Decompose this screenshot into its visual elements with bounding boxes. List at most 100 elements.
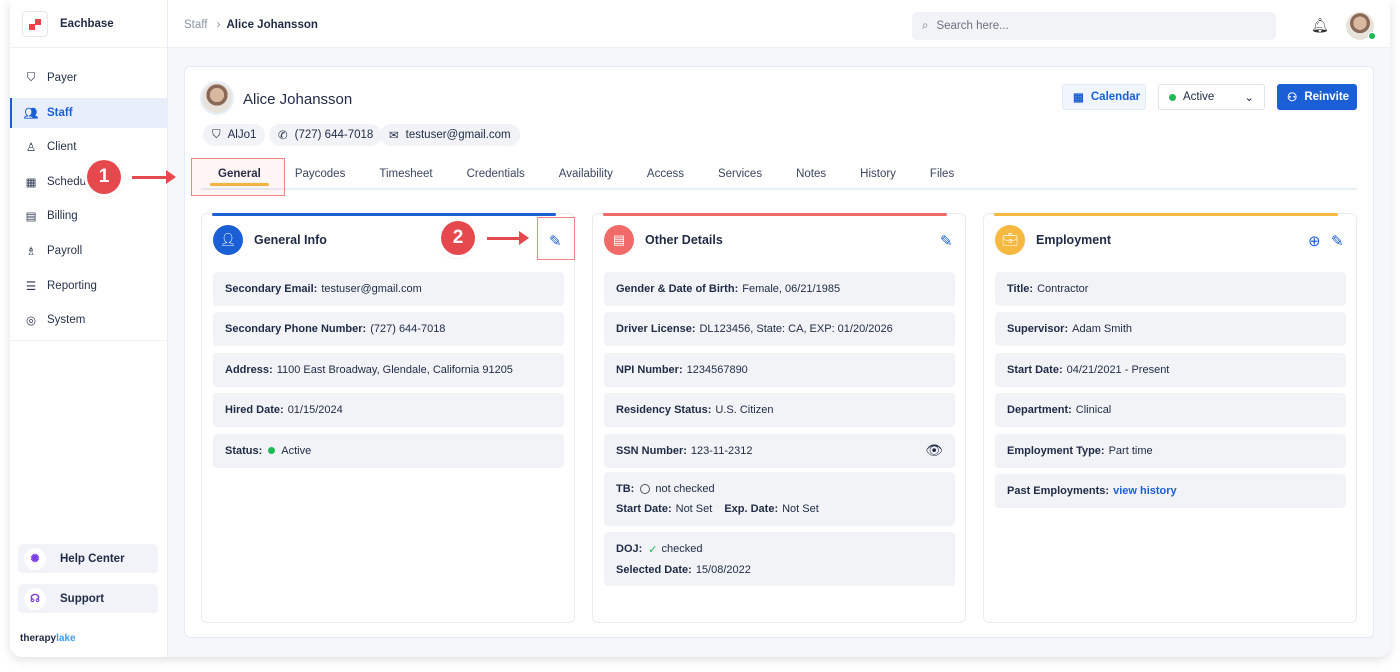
employment-panel: 💼︎ Employment ⊕ ✎ Title: Contractor Superv… xyxy=(983,213,1357,623)
tab-files[interactable]: Files xyxy=(913,158,971,188)
headset-icon: ☊ xyxy=(24,587,46,610)
tb-row: TB: not checked Start Date: Not Set Exp. Da… xyxy=(604,472,955,526)
lightbulb-icon: ✺ xyxy=(24,547,46,570)
panel-title: Employment xyxy=(1036,233,1112,247)
info-row: Start Date: 04/21/2021 - Present xyxy=(995,352,1346,387)
panel-title: General Info xyxy=(254,233,327,247)
help-label: Help Center xyxy=(60,552,125,565)
info-row: Employment Type: Part time xyxy=(995,433,1346,468)
row-value: U.S. Citizen xyxy=(715,404,774,417)
info-row: Hired Date: 01/15/2024 xyxy=(213,393,564,428)
edit-icon[interactable]: ✎ xyxy=(1331,232,1344,250)
row-value: 123-11-2312 xyxy=(690,444,753,457)
panel-title: Other Details xyxy=(645,233,723,247)
search-input[interactable]: ⌕ Search here... xyxy=(912,12,1276,40)
info-row: Status: Active xyxy=(213,433,564,468)
sidebar-item-client[interactable]: ♙ Client xyxy=(10,132,167,162)
briefcase-icon: 💼︎ xyxy=(995,225,1025,255)
search-icon: ⌕ xyxy=(922,19,929,32)
top-header: Staff › Alice Johansson ⌕ Search here... 🔔… xyxy=(168,0,1390,48)
row-label: Secondary Phone Number: xyxy=(225,323,367,336)
brand-logo: therapylake xyxy=(20,633,76,644)
tab-timesheet[interactable]: Timesheet xyxy=(362,158,449,188)
add-icon[interactable]: ⊕ xyxy=(1308,232,1321,250)
sidebar-item-label: Payroll xyxy=(47,244,83,257)
help-center-button[interactable]: ✺ Help Center xyxy=(18,544,158,573)
sidebar-item-system[interactable]: ◎ System xyxy=(10,305,167,335)
calendar-button[interactable]: ▦ Calendar xyxy=(1062,84,1146,110)
bell-icon[interactable]: 🔔︎ xyxy=(1311,17,1329,34)
row-value: 04/21/2021 - Present xyxy=(1066,363,1170,376)
sidebar-item-staff[interactable]: 👥︎ Staff xyxy=(10,97,167,128)
row-label: Employment Type: xyxy=(1007,444,1105,457)
row-label: Status: xyxy=(225,444,263,457)
row-value: testuser@gmail.com xyxy=(321,283,422,295)
support-button[interactable]: ☊ Support xyxy=(18,584,158,613)
row-value: Adam Smith xyxy=(1072,323,1133,336)
user-plus-icon: ⚇ xyxy=(1287,92,1298,104)
info-row: Driver License: DL123456, State: CA, EXP:… xyxy=(604,312,955,347)
phone-chip[interactable]: ✆ (727) 644-7018 xyxy=(269,124,383,146)
staff-profile-card: Alice Johansson ⛉ AlJo1 ✆ (727) 644-7018 ✉… xyxy=(184,66,1374,638)
check-circle-icon: ✓ xyxy=(648,543,658,556)
logo-icon xyxy=(22,10,48,37)
sidebar-item-label: Billing xyxy=(47,210,78,223)
row-label: Hired Date: xyxy=(225,404,284,417)
annotation-arrow-2 xyxy=(487,231,529,245)
unchecked-circle-icon xyxy=(640,484,651,494)
app-window: Eachbase ⛉ Payer 👥︎ Staff ♙ Client ▦ Schedule ▤ B… xyxy=(10,0,1390,657)
status-select[interactable]: Active ⌄ xyxy=(1158,84,1265,110)
annotation-box-general-tab xyxy=(191,158,285,196)
search-placeholder: Search here... xyxy=(936,20,1009,32)
row-value: Contractor xyxy=(1037,283,1089,295)
users-icon: 👥︎ xyxy=(23,107,39,120)
general-info-panel: 👤︎ General Info ✎ Secondary Email: testus… xyxy=(201,213,575,623)
status-dot xyxy=(1169,93,1176,101)
row-value: (727) 644-7018 xyxy=(370,323,446,336)
doj-row: DOJ: ✓ checked Selected Date: 15/08/2022 xyxy=(604,532,955,586)
sidebar-item-payroll[interactable]: ♗ Payroll xyxy=(10,236,167,266)
annotation-box-edit xyxy=(537,217,575,260)
info-row: Department: Clinical xyxy=(995,393,1346,428)
breadcrumb: Staff › Alice Johansson xyxy=(184,19,318,31)
eye-icon[interactable]: 👁︎ xyxy=(925,442,943,459)
tab-history[interactable]: History xyxy=(843,158,913,188)
sidebar-item-reporting[interactable]: ☰ Reporting xyxy=(10,271,167,301)
edit-icon[interactable]: ✎ xyxy=(940,232,953,250)
user-icon: 👤︎ xyxy=(213,225,243,255)
breadcrumb-staff[interactable]: Staff xyxy=(184,19,207,31)
sidebar-item-payer[interactable]: ⛉ Payer xyxy=(10,63,167,93)
calendar-icon: ▦ xyxy=(25,176,37,189)
chevron-down-icon: ⌄ xyxy=(1244,92,1254,104)
shield-icon: ⛉ xyxy=(26,71,36,84)
tab-notes[interactable]: Notes xyxy=(779,158,843,188)
staff-id-chip: ⛉ AlJo1 xyxy=(203,124,266,146)
tab-paycodes[interactable]: Paycodes xyxy=(278,158,363,188)
sidebar-item-billing[interactable]: ▤ Billing xyxy=(10,201,167,231)
tab-availability[interactable]: Availability xyxy=(542,158,630,188)
calendar-icon: ▦ xyxy=(1073,92,1084,104)
email-chip[interactable]: ✉ testuser@gmail.com xyxy=(380,124,520,146)
annotation-arrow-1 xyxy=(132,170,176,184)
row-value: 1100 East Broadway, Glendale, California… xyxy=(276,363,513,376)
info-row: SSN Number: 123-11-2312 👁︎ xyxy=(604,433,955,468)
row-value: Female, 06/21/1985 xyxy=(742,283,841,295)
shield-icon: ⛉ xyxy=(212,128,221,141)
tab-services[interactable]: Services xyxy=(701,158,779,188)
info-row: Title: Contractor xyxy=(995,272,1346,306)
reinvite-button[interactable]: ⚇ Reinvite xyxy=(1277,84,1357,110)
row-value: 1234567890 xyxy=(686,363,748,376)
sidebar-item-label: Staff xyxy=(47,106,73,119)
other-details-panel: ▤ Other Details ✎ Gender & Date of Birth… xyxy=(592,213,966,623)
tab-access[interactable]: Access xyxy=(630,158,701,188)
info-row: Supervisor: Adam Smith xyxy=(995,312,1346,347)
logo[interactable]: Eachbase xyxy=(10,0,167,48)
info-row: Past Employments: view history xyxy=(995,474,1346,508)
view-history-link[interactable]: view history xyxy=(1113,485,1177,497)
tab-credentials[interactable]: Credentials xyxy=(450,158,542,188)
row-value: 01/15/2024 xyxy=(287,404,343,417)
info-row: Address: 1100 East Broadway, Glendale, Ca… xyxy=(213,352,564,387)
report-icon: ☰ xyxy=(25,280,37,293)
row-label: Start Date: xyxy=(1007,363,1063,376)
document-icon: ▤ xyxy=(604,225,634,255)
